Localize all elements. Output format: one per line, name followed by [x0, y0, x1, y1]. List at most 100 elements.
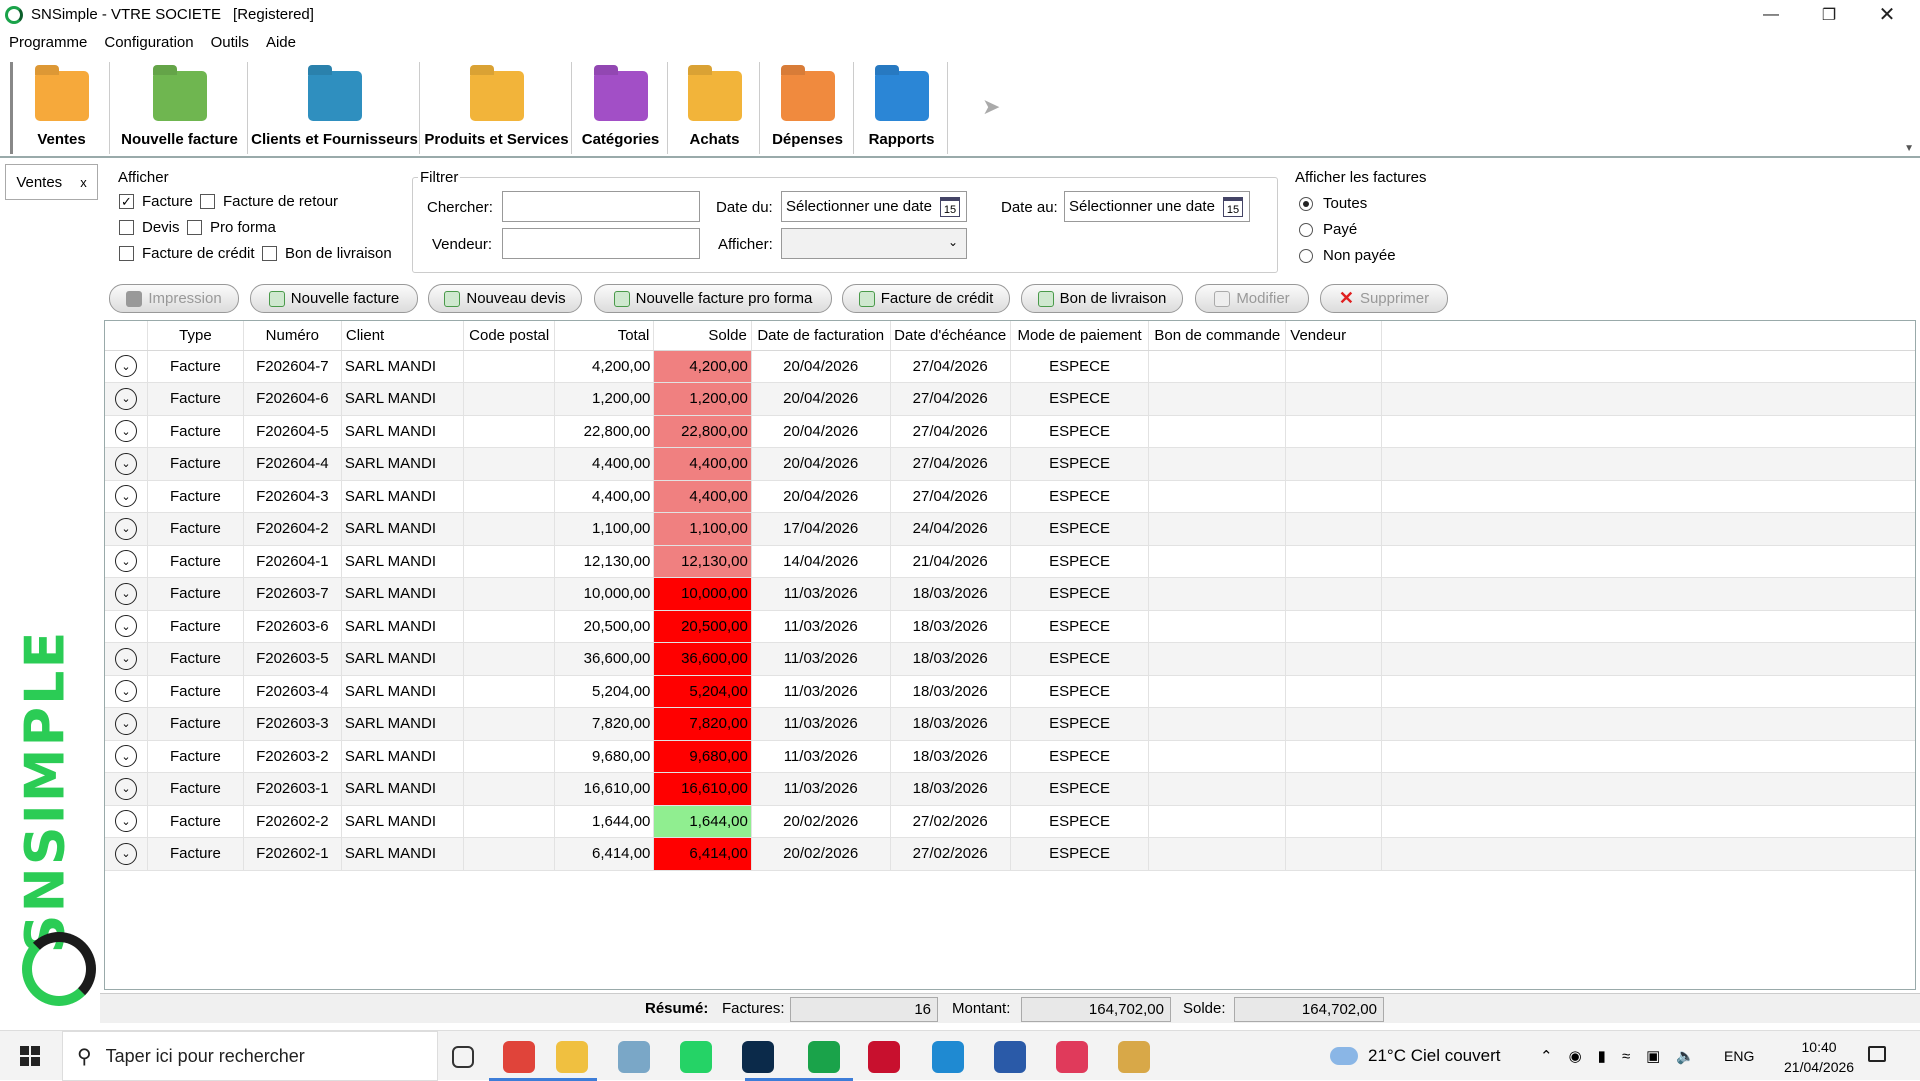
- col-client[interactable]: Client: [341, 321, 465, 351]
- menu-outils[interactable]: Outils: [211, 34, 249, 51]
- col-date-facturation[interactable]: Date de facturation: [751, 321, 891, 351]
- supprimer-button[interactable]: ✕ Supprimer: [1320, 284, 1448, 313]
- checkbox-facture-retour[interactable]: Facture de retour: [200, 193, 338, 210]
- table-row[interactable]: ⌄ Facture F202603-7 SARL MANDI 10,000,00 10,0…: [105, 577, 1915, 611]
- table-row[interactable]: ⌄ Facture F202604-5 SARL MANDI 22,800,00 22,8…: [105, 415, 1915, 448]
- expand-row-icon[interactable]: ⌄: [114, 842, 137, 865]
- menu-programme[interactable]: Programme: [9, 34, 87, 51]
- tab-ventes[interactable]: Ventes x: [5, 164, 98, 200]
- nouveau-devis-button[interactable]: Nouveau devis: [428, 284, 582, 313]
- ribbon-categories[interactable]: Catégories: [574, 62, 668, 154]
- col-bon-commande[interactable]: Bon de commande: [1148, 321, 1287, 351]
- recorder-icon[interactable]: [868, 1041, 900, 1073]
- col-mode-paiement[interactable]: Mode de paiement: [1010, 321, 1150, 351]
- table-row[interactable]: ⌄ Facture F202604-3 SARL MANDI 4,400,00 4,400…: [105, 480, 1915, 513]
- weather-widget[interactable]: 21°C Ciel couvert: [1330, 1031, 1500, 1081]
- col-code-postal[interactable]: Code postal: [463, 321, 556, 351]
- table-row[interactable]: ⌄ Facture F202604-7 SARL MANDI 4,200,00 4,200…: [105, 350, 1915, 383]
- tab-close-icon[interactable]: x: [80, 175, 87, 190]
- table-row[interactable]: ⌄ Facture F202603-4 SARL MANDI 5,204,00 5,204…: [105, 675, 1915, 708]
- taskbar-search[interactable]: ⚲ Taper ici pour rechercher: [62, 1031, 438, 1081]
- date-du-picker[interactable]: Sélectionner une date 15: [781, 191, 967, 222]
- file-explorer-icon[interactable]: [556, 1041, 588, 1073]
- expand-row-icon[interactable]: ⌄: [114, 647, 137, 670]
- col-vendeur[interactable]: Vendeur: [1285, 321, 1383, 351]
- menu-aide[interactable]: Aide: [266, 34, 296, 51]
- language-indicator[interactable]: ENG: [1724, 1031, 1754, 1081]
- snipping-tool-icon[interactable]: [1056, 1041, 1088, 1073]
- vscode-icon[interactable]: [932, 1041, 964, 1073]
- expand-row-icon[interactable]: ⌄: [114, 712, 137, 735]
- radio-non-payee[interactable]: Non payée: [1299, 247, 1396, 264]
- minimize-icon[interactable]: —: [1742, 0, 1800, 29]
- date-au-picker[interactable]: Sélectionner une date 15: [1064, 191, 1250, 222]
- snsimple-taskbar-icon[interactable]: [808, 1041, 840, 1073]
- table-row[interactable]: ⌄ Facture F202604-2 SARL MANDI 1,100,00 1,100…: [105, 512, 1915, 546]
- checkbox-devis[interactable]: Devis: [119, 219, 180, 236]
- checkbox-facture-credit[interactable]: Facture de crédit: [119, 245, 255, 262]
- expand-row-icon[interactable]: ⌄: [114, 810, 137, 833]
- ribbon-achats[interactable]: Achats: [670, 62, 760, 154]
- table-row[interactable]: ⌄ Facture F202603-1 SARL MANDI 16,610,00 16,6…: [105, 772, 1915, 806]
- table-row[interactable]: ⌄ Facture F202603-3 SARL MANDI 7,820,00 7,820…: [105, 707, 1915, 741]
- ribbon-collapse-icon[interactable]: ▼: [1904, 143, 1914, 154]
- ribbon-ventes[interactable]: Ventes: [14, 62, 110, 154]
- expand-row-icon[interactable]: ⌄: [114, 550, 137, 573]
- wifi-icon[interactable]: ≈: [1622, 1048, 1630, 1065]
- task-view-icon[interactable]: [452, 1046, 474, 1068]
- table-row[interactable]: ⌄ Facture F202603-6 SARL MANDI 20,500,00 20,5…: [105, 610, 1915, 643]
- expand-row-icon[interactable]: ⌄: [114, 745, 137, 768]
- expand-row-icon[interactable]: ⌄: [114, 777, 137, 800]
- display-icon[interactable]: ▣: [1646, 1047, 1660, 1065]
- battery-icon[interactable]: ▮: [1598, 1047, 1606, 1065]
- nouvelle-facture-pro-forma-button[interactable]: Nouvelle facture pro forma: [594, 284, 832, 313]
- expand-row-icon[interactable]: ⌄: [114, 387, 137, 410]
- ribbon-depenses[interactable]: Dépenses: [762, 62, 854, 154]
- volume-icon[interactable]: 🔈: [1676, 1047, 1695, 1065]
- paint-icon[interactable]: [1118, 1041, 1150, 1073]
- facture-de-credit-button[interactable]: Facture de crédit: [842, 284, 1010, 313]
- ribbon-produits-services[interactable]: Produits et Services: [422, 62, 572, 154]
- bon-de-livraison-button[interactable]: Bon de livraison: [1021, 284, 1183, 313]
- expand-row-icon[interactable]: ⌄: [114, 680, 137, 703]
- col-solde[interactable]: Solde: [653, 321, 752, 351]
- expand-row-icon[interactable]: ⌄: [114, 615, 137, 638]
- expand-row-icon[interactable]: ⌄: [114, 485, 137, 508]
- whatsapp-icon[interactable]: [680, 1041, 712, 1073]
- chevron-up-icon[interactable]: ⌃: [1540, 1047, 1553, 1065]
- notification-icon[interactable]: [1868, 1046, 1886, 1062]
- photoshop-icon[interactable]: [742, 1041, 774, 1073]
- table-row[interactable]: ⌄ Facture F202604-4 SARL MANDI 4,400,00 4,400…: [105, 447, 1915, 481]
- record-icon[interactable]: ◉: [1569, 1047, 1582, 1065]
- chercher-input[interactable]: [502, 191, 700, 222]
- expand-row-icon[interactable]: ⌄: [114, 452, 137, 475]
- ribbon-rapports[interactable]: Rapports: [856, 62, 948, 154]
- app-icon[interactable]: [618, 1041, 650, 1073]
- impression-button[interactable]: Impression: [109, 284, 239, 313]
- table-row[interactable]: ⌄ Facture F202602-1 SARL MANDI 6,414,00 6,414…: [105, 837, 1915, 871]
- afficher-select[interactable]: ⌄: [781, 228, 967, 259]
- ribbon-clients-fournisseurs[interactable]: Clients et Fournisseurs: [250, 62, 420, 154]
- col-total[interactable]: Total: [554, 321, 655, 351]
- powershell-icon[interactable]: [994, 1041, 1026, 1073]
- col-type[interactable]: Type: [147, 321, 244, 351]
- expand-row-icon[interactable]: ⌄: [114, 420, 137, 443]
- clock[interactable]: 10:40 21/04/2026: [1784, 1037, 1854, 1077]
- close-icon[interactable]: ✕: [1858, 0, 1916, 29]
- table-row[interactable]: ⌄ Facture F202604-1 SARL MANDI 12,130,00 12,1…: [105, 545, 1915, 578]
- radio-paye[interactable]: Payé: [1299, 221, 1357, 238]
- vendeur-input[interactable]: [502, 228, 700, 259]
- checkbox-pro-forma[interactable]: Pro forma: [187, 219, 276, 236]
- windows-start-icon[interactable]: [20, 1046, 40, 1066]
- radio-toutes[interactable]: Toutes: [1299, 195, 1367, 212]
- col-expand[interactable]: [105, 321, 148, 351]
- table-row[interactable]: ⌄ Facture F202603-5 SARL MANDI 36,600,00 36,6…: [105, 642, 1915, 676]
- table-row[interactable]: ⌄ Facture F202603-2 SARL MANDI 9,680,00 9,680…: [105, 740, 1915, 773]
- pin-icon[interactable]: ➤: [982, 94, 1000, 120]
- checkbox-facture[interactable]: ✓ Facture: [119, 193, 193, 210]
- calendar-icon[interactable]: 15: [940, 197, 960, 217]
- expand-row-icon[interactable]: ⌄: [114, 582, 137, 605]
- modifier-button[interactable]: Modifier: [1195, 284, 1309, 313]
- col-date-echeance[interactable]: Date d'échéance: [890, 321, 1011, 351]
- nouvelle-facture-button[interactable]: Nouvelle facture: [250, 284, 418, 313]
